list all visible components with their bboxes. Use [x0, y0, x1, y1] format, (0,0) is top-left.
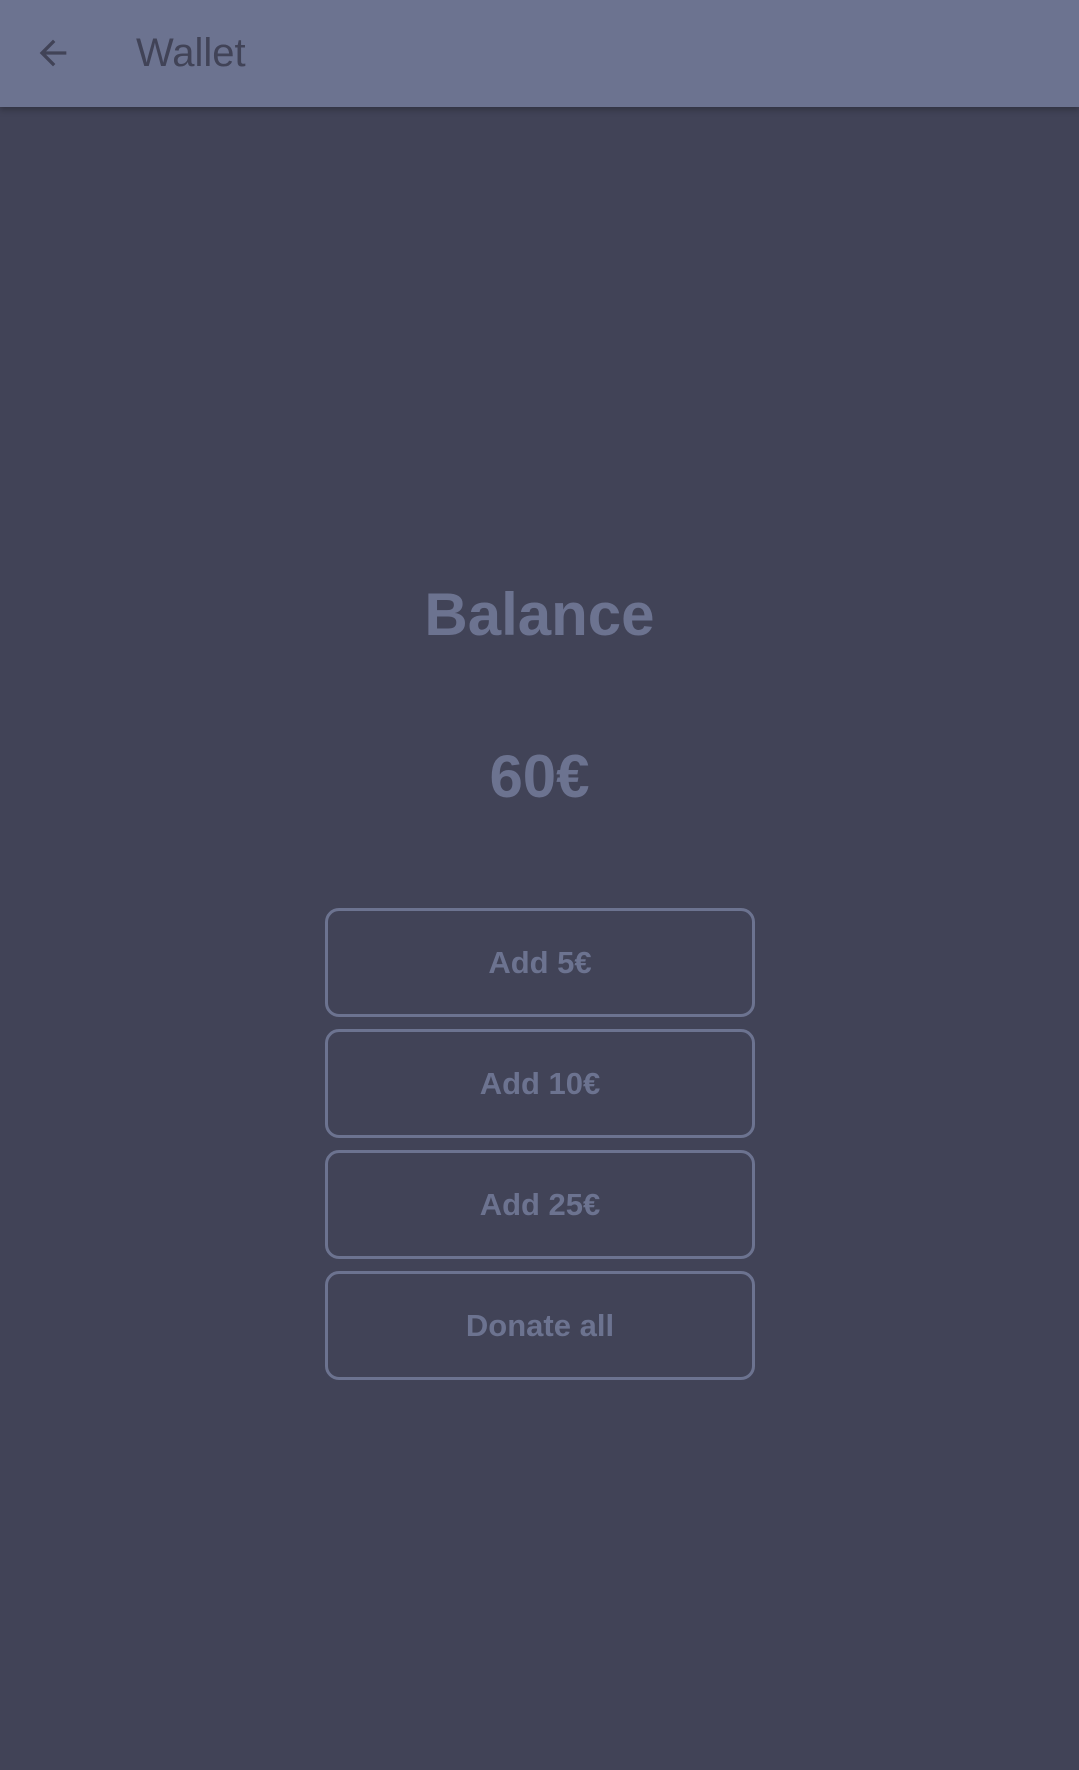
donate-all-button[interactable]: Donate all [325, 1271, 755, 1380]
wallet-content: Balance 60€ Add 5€ Add 10€ Add 25€ Donat… [0, 107, 1079, 1770]
back-button[interactable] [22, 22, 84, 84]
arrow-left-icon [39, 39, 67, 67]
balance-label: Balance [424, 581, 655, 648]
add-25-button[interactable]: Add 25€ [325, 1150, 755, 1259]
page-title: Wallet [136, 31, 246, 75]
app-bar: Wallet [0, 0, 1079, 107]
balance-amount: 60€ [489, 743, 590, 810]
add-10-button[interactable]: Add 10€ [325, 1029, 755, 1138]
add-5-button[interactable]: Add 5€ [325, 908, 755, 1017]
